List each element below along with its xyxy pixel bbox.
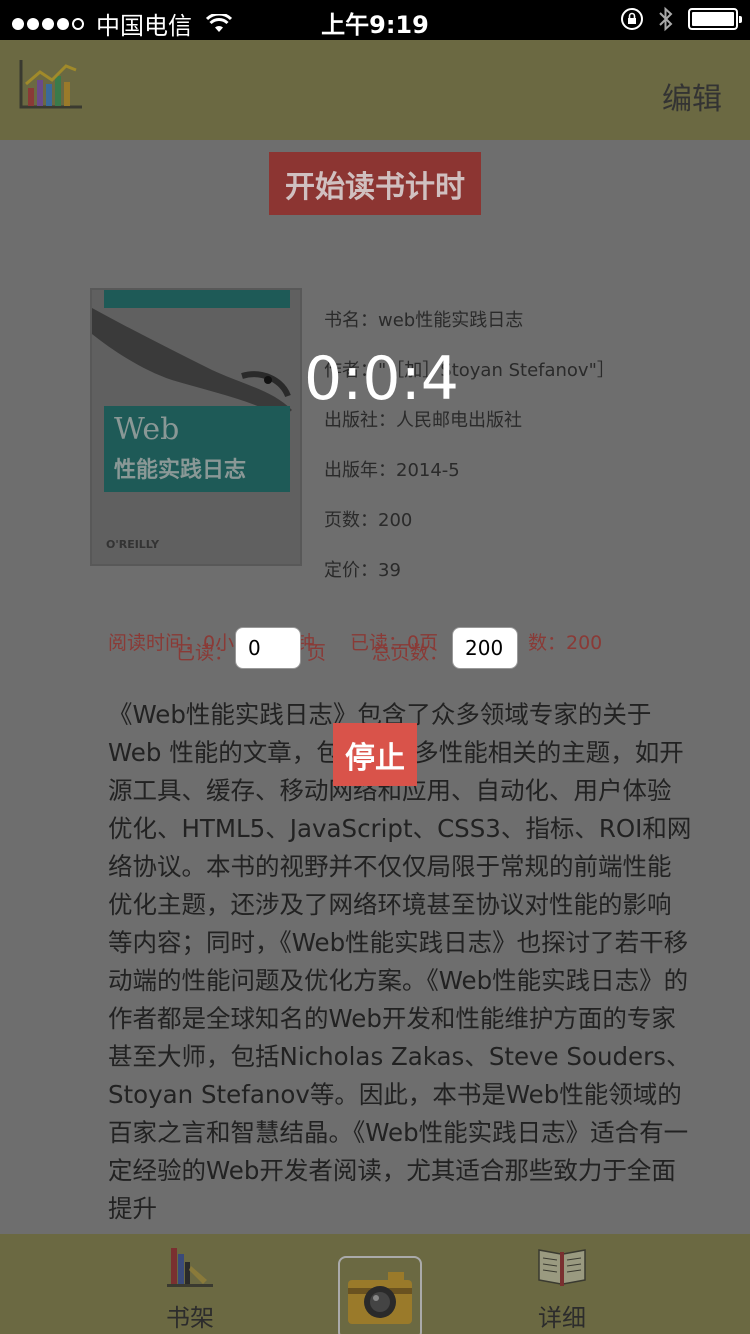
flying-squirrel-illustration [92, 308, 292, 418]
rotation-lock-icon [621, 8, 643, 30]
cover-web-text: Web [114, 412, 180, 447]
screen: 中国电信 上午9:19 编辑 开始读书计时 Web 性能实践日志 O'REILL… [0, 0, 750, 1334]
book-cover: Web 性能实践日志 O'REILLY [90, 288, 302, 566]
bookshelf-icon [167, 1248, 213, 1287]
page-unit-label: 页 [307, 642, 327, 664]
reading-timer-display: 0:0:4 [304, 344, 459, 414]
pages-read-input-label: 已读： [176, 642, 234, 664]
total-pages-input[interactable]: 200 [452, 627, 518, 669]
book-detail-content: 开始读书计时 Web 性能实践日志 O'REILLY 书名：web性能实践日志 … [0, 140, 750, 1234]
book-price: 定价：39 [324, 560, 401, 581]
stop-button[interactable]: 停止 [333, 723, 417, 786]
bluetooth-icon [659, 6, 673, 32]
total-pages-input-label: 总页数： [372, 642, 449, 664]
publisher-logo: O'REILLY [106, 538, 160, 551]
tab-bar: 书架 详细 [0, 1234, 750, 1334]
pages-read-input[interactable]: 0 [235, 627, 301, 669]
battery-icon [688, 8, 742, 30]
tab-bookshelf[interactable]: 书架 [150, 1242, 230, 1333]
chart-icon[interactable] [18, 58, 84, 110]
open-book-icon [538, 1249, 586, 1286]
tab-detail[interactable]: 详细 [522, 1242, 602, 1333]
cover-title-text: 性能实践日志 [114, 458, 247, 483]
status-bar: 中国电信 上午9:19 [0, 0, 750, 40]
navigation-bar: 编辑 [0, 40, 750, 140]
battery-level [692, 12, 734, 26]
camera-button[interactable] [338, 1256, 422, 1334]
tab-detail-label: 详细 [538, 1304, 586, 1332]
start-reading-timer-button[interactable]: 开始读书计时 [269, 152, 481, 215]
book-publish-year: 出版年：2014-5 [324, 460, 460, 481]
total-pages-tail: 数：200 [528, 632, 603, 654]
status-right [620, 6, 742, 32]
edit-button[interactable]: 编辑 [662, 74, 722, 118]
tab-bookshelf-label: 书架 [166, 1304, 214, 1332]
book-pages: 页数：200 [324, 510, 413, 531]
camera-icon [348, 1272, 412, 1324]
